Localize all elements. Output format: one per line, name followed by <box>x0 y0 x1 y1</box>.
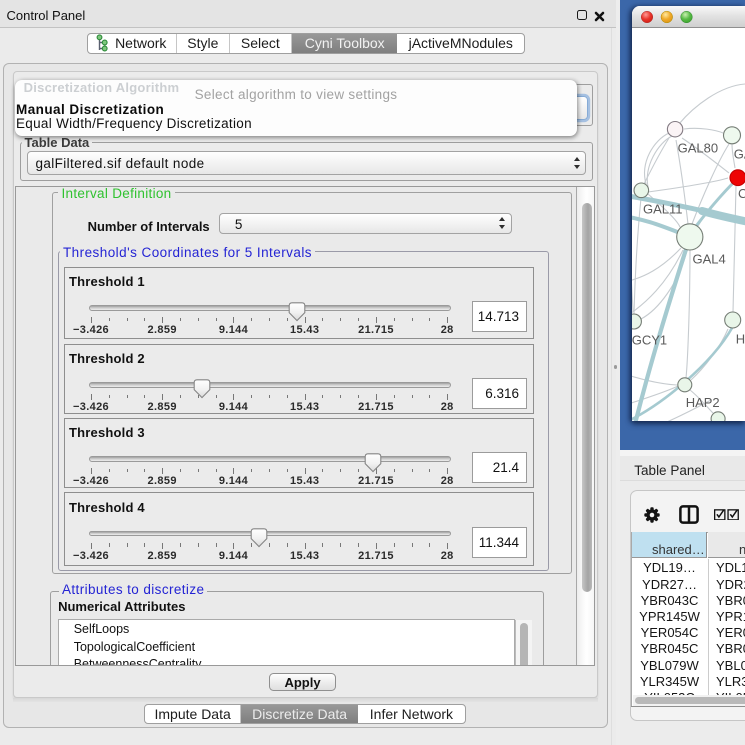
svg-text:GAL2: GAL2 <box>734 146 745 161</box>
svg-text:HIS4: HIS4 <box>736 331 745 346</box>
svg-text:CDC6: CDC6 <box>738 186 745 201</box>
svg-text:GCY1: GCY1 <box>632 332 667 347</box>
svg-text:HAP2: HAP2 <box>686 395 720 410</box>
svg-text:GAL11: GAL11 <box>643 201 683 216</box>
svg-text:GAL80: GAL80 <box>678 140 718 155</box>
svg-text:GAL4: GAL4 <box>693 251 726 266</box>
